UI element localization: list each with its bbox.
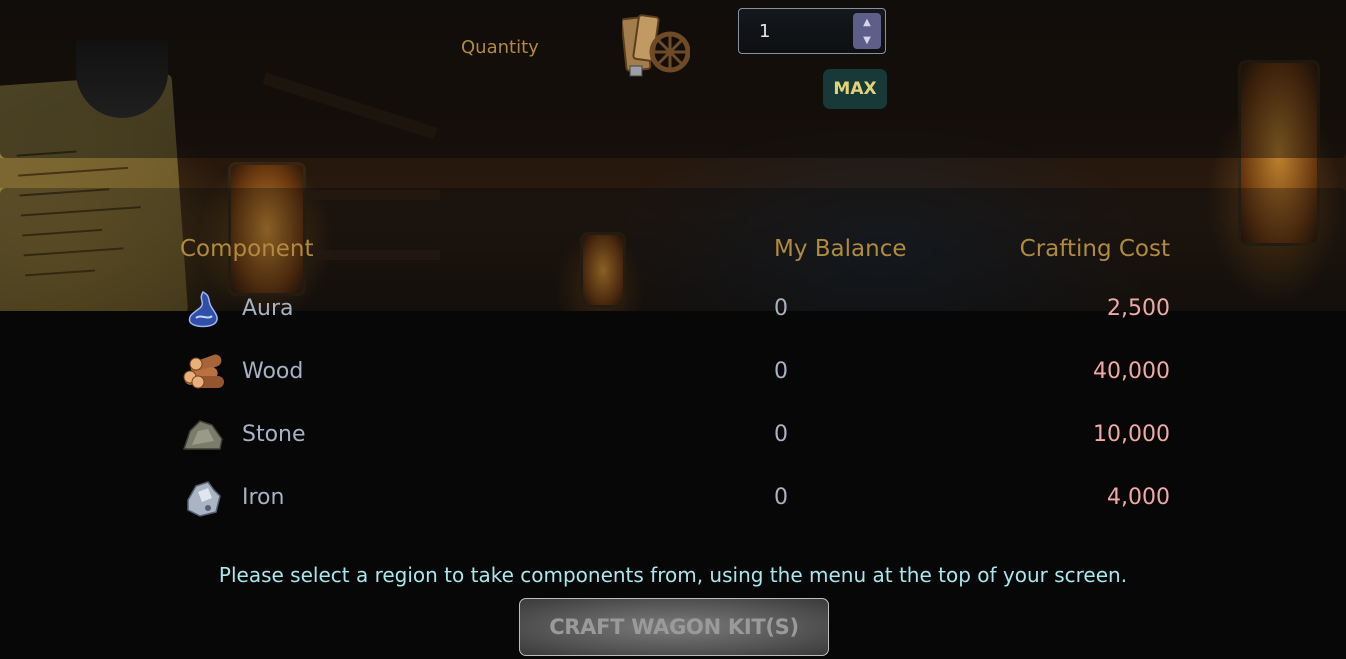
component-name: Stone [242, 422, 306, 447]
aura-icon [188, 290, 218, 328]
stone-icon [182, 420, 223, 450]
cost-value: 40,000 [1093, 359, 1170, 384]
quantity-input[interactable]: 1 ▲ ▼ [738, 8, 886, 54]
column-header-component: Component [180, 236, 314, 262]
cost-value: 10,000 [1093, 422, 1170, 447]
quantity-value[interactable]: 1 [759, 21, 770, 42]
region-notice: Please select a region to take component… [218, 563, 1128, 587]
increment-arrow-icon[interactable]: ▲ [853, 13, 881, 31]
component-name: Wood [242, 359, 304, 384]
decrement-arrow-icon[interactable]: ▼ [853, 31, 881, 49]
column-header-balance: My Balance [774, 236, 907, 262]
wagon-kit-icon [622, 14, 690, 77]
quantity-label: Quantity [461, 37, 539, 58]
craft-button[interactable]: CRAFT WAGON KIT(S) [519, 598, 829, 656]
component-name: Aura [242, 296, 294, 321]
balance-value: 0 [774, 485, 788, 510]
balance-value: 0 [774, 296, 788, 321]
component-name: Iron [242, 485, 285, 510]
quantity-stepper[interactable]: ▲ ▼ [853, 13, 881, 49]
cost-value: 2,500 [1107, 296, 1170, 321]
iron-icon [187, 481, 221, 517]
balance-value: 0 [774, 422, 788, 447]
max-button[interactable]: MAX [823, 69, 887, 109]
balance-value: 0 [774, 359, 788, 384]
cost-value: 4,000 [1107, 485, 1170, 510]
wood-icon [183, 354, 224, 389]
column-header-cost: Crafting Cost [1019, 236, 1170, 262]
